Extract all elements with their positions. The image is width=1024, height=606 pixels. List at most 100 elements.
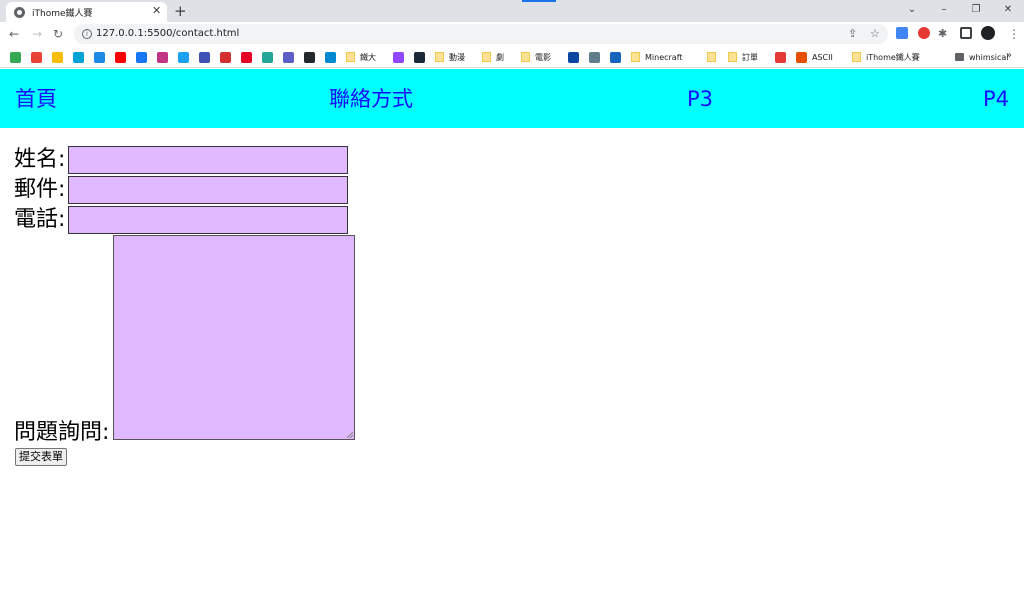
restore-button[interactable]: ❐ (960, 0, 992, 20)
bookmark-item[interactable] (178, 51, 189, 63)
bookmark-item[interactable]: 動漫 (435, 51, 465, 63)
twitch-icon (393, 51, 404, 63)
new-tab-button[interactable]: + (174, 2, 187, 20)
resize-handle-icon[interactable] (347, 432, 353, 438)
bookmark-item[interactable] (325, 51, 336, 63)
close-tab-icon[interactable]: ✕ (152, 4, 161, 18)
bookmark-item[interactable] (568, 51, 579, 63)
folder-icon (631, 52, 640, 62)
phone-row: 電話: (14, 206, 65, 234)
bookmark-item[interactable] (241, 51, 252, 63)
bookmark-item[interactable] (52, 51, 63, 63)
profile-avatar[interactable] (981, 26, 995, 40)
side-panel-icon[interactable] (960, 27, 972, 39)
reload-icon[interactable]: ↻ (53, 26, 63, 42)
bookmark-label: 鐵大 (360, 52, 376, 62)
phone-label: 電話: (14, 207, 66, 232)
bookmark-label: whimsical (969, 52, 1009, 62)
bookmark-label: 訂單 (742, 52, 758, 62)
minimize-button[interactable]: – (928, 0, 960, 20)
bookmark-item[interactable] (31, 51, 42, 63)
translate-extension-icon[interactable] (896, 27, 908, 39)
bookmark-label: iThome鐵人賽 (866, 52, 920, 62)
tab-strip-indicator (522, 0, 556, 2)
extensions-puzzle-icon[interactable]: ✱ (938, 26, 947, 42)
app-icon-5 (325, 51, 336, 63)
nav-link-p3[interactable]: P3 (687, 86, 713, 112)
bookmarks-bar: » 鐵大 動漫劇電影 Minecraft 訂單 ASCII iThome鐵人賽 whimsi… (0, 46, 1024, 68)
bookmark-item[interactable] (393, 51, 404, 63)
name-input[interactable] (68, 146, 348, 174)
bookmark-item[interactable] (10, 51, 21, 63)
nav-link-p4[interactable]: P4 (983, 86, 1009, 112)
bookmark-item[interactable]: iThome鐵人賽 (852, 51, 920, 63)
bookmark-label: 劇 (496, 52, 504, 62)
bookmark-label: 電影 (535, 52, 551, 62)
bookmark-item[interactable]: whimsical (955, 51, 1009, 63)
page-content: 首頁 聯絡方式 P3 P4 姓名: 郵件: 電話: 問題詢問: 提交表單 (0, 69, 1024, 606)
opera-extension-icon[interactable] (918, 27, 930, 39)
question-textarea[interactable] (113, 235, 355, 440)
bookmark-item[interactable]: 訂單 (728, 51, 758, 63)
submit-button[interactable]: 提交表單 (15, 448, 67, 466)
bookmark-item[interactable] (94, 51, 105, 63)
twitter-icon (178, 51, 189, 63)
bookmark-item[interactable]: ASCII (796, 51, 833, 63)
shopping-icon (775, 51, 786, 63)
browser-tab[interactable]: iThome鐵人賽 ✕ (6, 2, 167, 22)
email-input[interactable] (68, 176, 348, 204)
gmail-icon (31, 51, 42, 63)
bookmark-item[interactable] (283, 51, 294, 63)
bookmark-item[interactable] (73, 51, 84, 63)
forward-arrow-icon[interactable]: → (32, 26, 42, 42)
back-arrow-icon[interactable]: ← (9, 26, 19, 42)
bookmark-item[interactable]: 鐵大 (346, 51, 376, 63)
email-row: 郵件: (14, 176, 65, 204)
bookmark-item[interactable] (157, 51, 168, 63)
share-icon[interactable]: ⇪ (848, 27, 857, 41)
window-controls: ⌄ – ❐ ✕ (896, 0, 1024, 22)
folder-icon (707, 52, 716, 62)
app-icon-2 (199, 51, 210, 63)
email-label: 郵件: (14, 177, 66, 202)
menu-kebab-icon[interactable]: ⋮ (1008, 26, 1020, 42)
bookmark-item[interactable] (115, 51, 126, 63)
app-icon-7 (589, 51, 600, 63)
tab-search-icon[interactable]: ⌄ (896, 0, 928, 20)
bookmark-item[interactable] (707, 51, 716, 63)
folder-icon (521, 52, 530, 62)
bookmark-item[interactable]: 電影 (521, 51, 551, 63)
site-info-icon[interactable]: i (82, 29, 92, 39)
bookmark-item[interactable] (136, 51, 147, 63)
browser-toolbar: ← → ↻ i 127.0.0.1:5500/contact.html ⇪ ☆ … (0, 22, 1024, 46)
tab-title: iThome鐵人賽 (32, 9, 93, 19)
teams-icon (283, 51, 294, 63)
url-text[interactable]: 127.0.0.1:5500/contact.html (96, 28, 239, 39)
question-label: 問題詢問: (14, 420, 110, 445)
google-photos-icon (52, 51, 63, 63)
nav-link-contact[interactable]: 聯絡方式 (329, 86, 413, 112)
folder-icon (346, 52, 355, 62)
bookmark-star-icon[interactable]: ☆ (870, 27, 880, 41)
bookmark-item[interactable] (414, 51, 425, 63)
bookmark-item[interactable] (589, 51, 600, 63)
bookmark-item[interactable] (775, 51, 786, 63)
app-icon-9 (796, 51, 807, 63)
app-icon-8 (610, 51, 621, 63)
bookmark-item[interactable] (304, 51, 315, 63)
nav-link-home[interactable]: 首頁 (15, 86, 57, 112)
bookmark-label: ASCII (812, 52, 833, 62)
address-bar[interactable]: i 127.0.0.1:5500/contact.html ⇪ ☆ (74, 24, 888, 44)
close-window-button[interactable]: ✕ (992, 0, 1024, 20)
folder-icon (852, 52, 861, 62)
phone-input[interactable] (68, 206, 348, 234)
folder-icon (728, 52, 737, 62)
bookmark-item[interactable] (199, 51, 210, 63)
bookmark-item[interactable]: 劇 (482, 51, 504, 63)
app-icon-4 (262, 51, 273, 63)
bookmark-item[interactable] (262, 51, 273, 63)
bookmark-item[interactable] (610, 51, 621, 63)
bookmark-item[interactable]: Minecraft (631, 51, 683, 63)
github-icon (304, 51, 315, 63)
bookmark-item[interactable] (220, 51, 231, 63)
